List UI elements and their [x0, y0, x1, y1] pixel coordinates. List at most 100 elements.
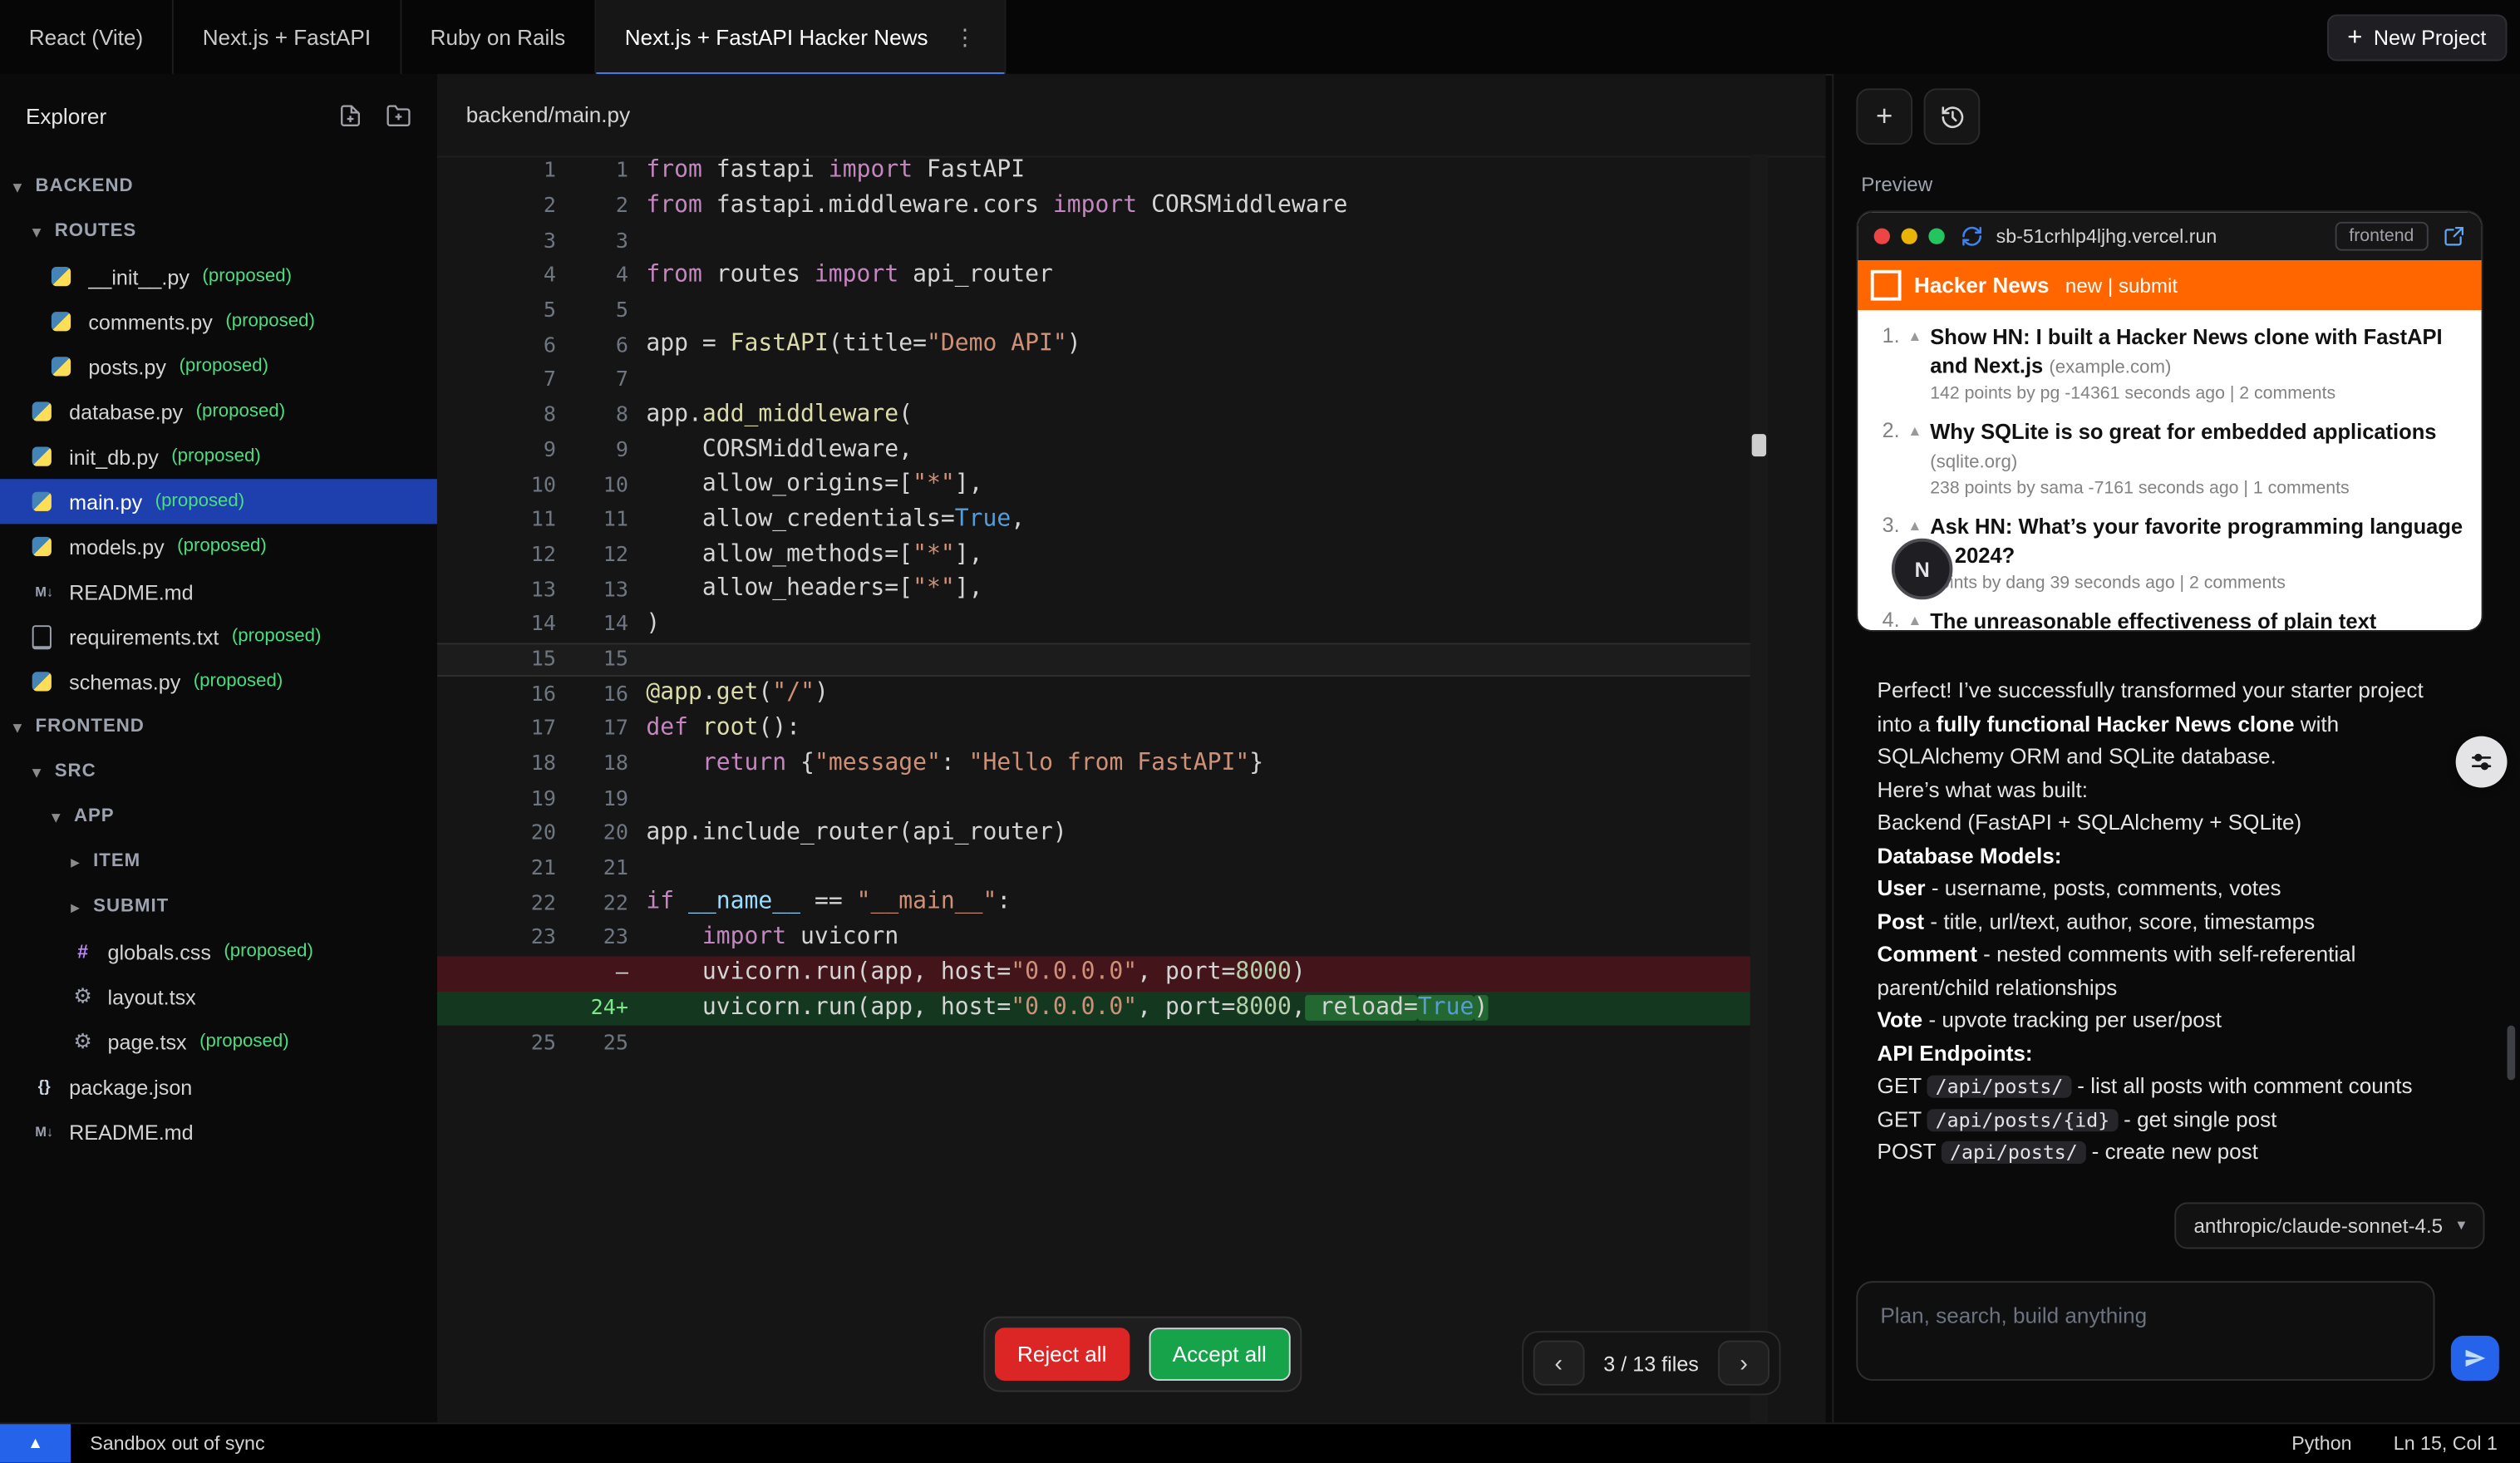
plus-icon: +: [2347, 25, 2362, 51]
hn-nav-links[interactable]: new | submit: [2065, 274, 2178, 297]
hn-title[interactable]: Why SQLite is so great for embedded appl…: [1930, 420, 2436, 473]
hn-item: 4.▲The unreasonable effectiveness of pla…: [1868, 608, 2465, 632]
code-area[interactable]: 11from fastapi import FastAPI22from fast…: [437, 155, 1768, 1061]
chat-input[interactable]: [1858, 1283, 2433, 1348]
settings-button[interactable]: [2456, 736, 2508, 788]
file-readme-md[interactable]: M↓README.md: [0, 569, 437, 614]
editor-scrollbar[interactable]: [1750, 155, 1768, 1425]
file-init-db-py[interactable]: init_db.py(proposed): [0, 434, 437, 479]
file-comments-py[interactable]: comments.py(proposed): [0, 299, 437, 344]
file-models-py[interactable]: models.py(proposed): [0, 524, 437, 569]
file-database-py[interactable]: database.py(proposed): [0, 389, 437, 434]
code-line[interactable]: 77: [437, 363, 1768, 398]
frontend-badge: frontend: [2335, 222, 2429, 251]
chat-paragraph: Here’s what was built:: [1878, 774, 2453, 807]
code-line[interactable]: 1313 allow_headers=["*"],: [437, 573, 1768, 608]
code-line[interactable]: 1616@app.get("/"): [437, 677, 1768, 712]
code-line[interactable]: 99 CORSMiddleware,: [437, 433, 1768, 468]
file-layout-tsx[interactable]: ⚙layout.tsx: [0, 974, 437, 1019]
accept-all-button[interactable]: Accept all: [1149, 1328, 1291, 1381]
tab-next-js-fastapi[interactable]: Next.js + FastAPI: [174, 0, 401, 74]
model-selector[interactable]: anthropic/claude-sonnet-4.5 ▾: [2174, 1202, 2484, 1249]
refresh-icon[interactable]: [1961, 225, 1983, 248]
line-number-new: 16: [556, 682, 628, 707]
code-line[interactable]: 1010 allow_origins=["*"],: [437, 468, 1768, 503]
code-line[interactable]: 2121: [437, 851, 1768, 886]
editor-scrollbar-thumb[interactable]: [1752, 434, 1766, 456]
hn-title[interactable]: Show HN: I built a Hacker News clone wit…: [1930, 325, 2442, 378]
code-line[interactable]: 11from fastapi import FastAPI: [437, 155, 1768, 190]
code-line[interactable]: 1717def root():: [437, 712, 1768, 747]
code-line[interactable]: 2222if __name__ == "__main__":: [437, 886, 1768, 921]
code-text: import uvicorn: [628, 921, 898, 956]
pager-prev-button[interactable]: ‹: [1533, 1341, 1584, 1386]
file-requirements-txt[interactable]: requirements.txt(proposed): [0, 614, 437, 659]
code-line[interactable]: 33: [437, 224, 1768, 259]
send-button[interactable]: [2451, 1336, 2499, 1381]
chat-scrollbar[interactable]: [2508, 1026, 2516, 1081]
file-globals-css[interactable]: #globals.css(proposed): [0, 929, 437, 974]
folder-routes[interactable]: ▾ROUTES: [0, 209, 437, 254]
upvote-icon[interactable]: ▲: [1907, 423, 1922, 499]
new-chat-button[interactable]: +: [1856, 88, 1912, 145]
folder-item[interactable]: ▸ITEM: [0, 839, 437, 884]
line-number-new: 18: [556, 752, 628, 776]
code-line[interactable]: 55: [437, 293, 1768, 328]
code-line[interactable]: 1919: [437, 781, 1768, 816]
code-line[interactable]: 2525: [437, 1026, 1768, 1061]
file-package-json[interactable]: {}package.json: [0, 1064, 437, 1109]
tab-react-vite[interactable]: React (Vite): [0, 0, 174, 74]
language-indicator[interactable]: Python: [2291, 1432, 2351, 1455]
explorer-title: Explorer: [26, 104, 106, 128]
file-schemas-py[interactable]: schemas.py(proposed): [0, 659, 437, 704]
file-icon: [32, 624, 52, 648]
upvote-icon[interactable]: ▲: [1907, 613, 1922, 632]
new-project-button[interactable]: + New Project: [2326, 14, 2507, 61]
file-posts-py[interactable]: posts.py(proposed): [0, 344, 437, 389]
code-line[interactable]: 1818 return {"message": "Hello from Fast…: [437, 747, 1768, 782]
code-line[interactable]: 1111 allow_credentials=True,: [437, 503, 1768, 538]
code-line[interactable]: 22from fastapi.middleware.cors import CO…: [437, 190, 1768, 224]
tab-menu-icon[interactable]: ⋮: [954, 23, 977, 51]
code-line[interactable]: 88app.add_middleware(: [437, 398, 1768, 433]
code-line[interactable]: 24+ uvicorn.run(app, host="0.0.0.0", por…: [437, 991, 1768, 1026]
python-icon: [52, 312, 71, 331]
upvote-icon[interactable]: ▲: [1907, 328, 1922, 403]
file-readme-md[interactable]: M↓README.md: [0, 1109, 437, 1154]
open-external-icon[interactable]: [2443, 225, 2465, 248]
hn-meta: points by dang 39 seconds ago | 2 commen…: [1930, 574, 2465, 593]
code-line[interactable]: 2020app.include_router(api_router): [437, 816, 1768, 851]
hn-list: 1.▲Show HN: I built a Hacker News clone …: [1858, 310, 2481, 632]
tab-ruby-on-rails[interactable]: Ruby on Rails: [401, 0, 596, 74]
code-line[interactable]: 2323 import uvicorn: [437, 921, 1768, 956]
reject-all-button[interactable]: Reject all: [995, 1328, 1130, 1381]
folder-submit[interactable]: ▸SUBMIT: [0, 884, 437, 929]
browser-chrome: sb-51crhlp4ljhg.vercel.run frontend: [1858, 212, 2481, 260]
app-window: React (Vite)Next.js + FastAPIRuby on Rai…: [0, 0, 2520, 1463]
hn-title[interactable]: The unreasonable effectiveness of plain …: [1930, 609, 2376, 632]
code-line[interactable]: 1515: [437, 643, 1768, 677]
code-line[interactable]: 44from routes import api_router: [437, 259, 1768, 293]
new-file-icon[interactable]: [337, 103, 363, 129]
cursor-position[interactable]: Ln 15, Col 1: [2394, 1432, 2498, 1455]
folder-app[interactable]: ▾APP: [0, 794, 437, 839]
history-button[interactable]: [1924, 88, 1981, 145]
code-line[interactable]: 1414): [437, 608, 1768, 643]
traffic-red-dot: [1874, 229, 1890, 244]
chevron-down-icon: ▾: [12, 716, 35, 736]
file-init-py[interactable]: __init__.py(proposed): [0, 254, 437, 299]
code-line[interactable]: 66app = FastAPI(title="Demo API"): [437, 328, 1768, 363]
hn-title[interactable]: Ask HN: What’s your favorite programming…: [1930, 515, 2463, 568]
python-icon: [32, 447, 52, 466]
folder-src[interactable]: ▾SRC: [0, 749, 437, 794]
code-line[interactable]: — uvicorn.run(app, host="0.0.0.0", port=…: [437, 956, 1768, 991]
code-text: allow_methods=["*"],: [628, 538, 982, 573]
file-page-tsx[interactable]: ⚙page.tsx(proposed): [0, 1019, 437, 1064]
folder-backend[interactable]: ▾BACKEND: [0, 164, 437, 209]
pager-next-button[interactable]: ›: [1718, 1341, 1769, 1386]
folder-frontend[interactable]: ▾FRONTEND: [0, 704, 437, 749]
file-main-py[interactable]: main.py(proposed): [0, 479, 437, 524]
tab-next-js-fastapi-hacker-news[interactable]: Next.js + FastAPI Hacker News⋮: [596, 0, 1007, 74]
code-line[interactable]: 1212 allow_methods=["*"],: [437, 538, 1768, 573]
new-folder-icon[interactable]: [386, 103, 411, 129]
